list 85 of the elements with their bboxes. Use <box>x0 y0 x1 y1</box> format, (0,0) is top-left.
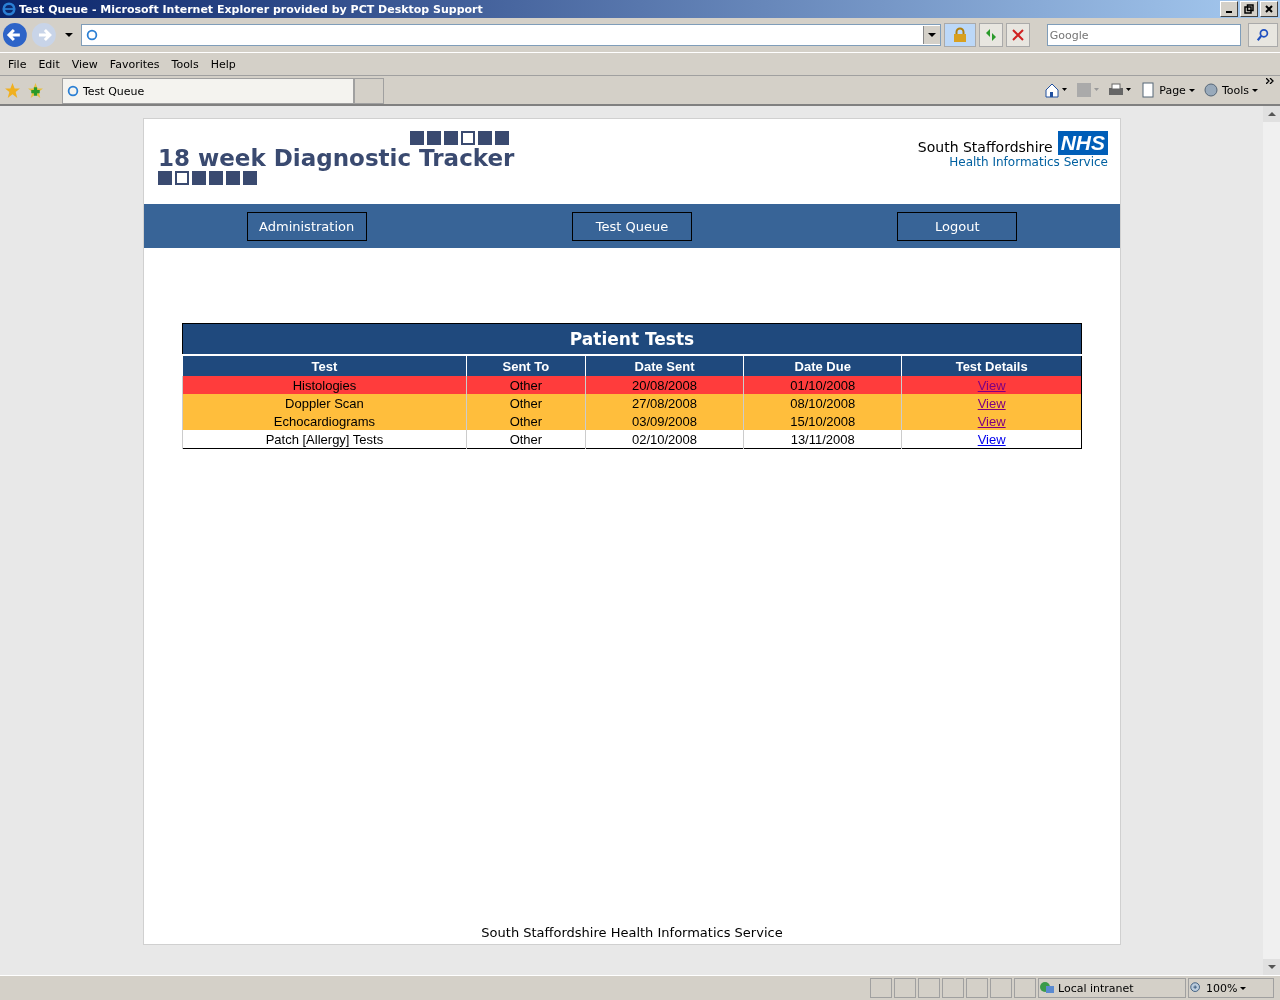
address-dropdown-button[interactable] <box>923 26 941 44</box>
table-cell: Doppler Scan <box>182 394 467 412</box>
add-star-icon[interactable] <box>27 81 44 99</box>
org-name: South Staffordshire <box>917 139 1053 155</box>
browser-tab[interactable]: Test Queue <box>62 78 354 104</box>
address-field[interactable] <box>80 24 942 46</box>
table-cell: Other <box>466 376 586 394</box>
restore-icon <box>1244 4 1254 14</box>
search-field[interactable]: Google <box>1046 24 1242 46</box>
column-header: Test Details <box>901 355 1082 376</box>
table-cell: 08/10/2008 <box>743 394 902 412</box>
nhs-logo: NHS <box>1057 131 1108 155</box>
status-pane <box>870 978 892 998</box>
scroll-up-button[interactable] <box>1263 106 1280 122</box>
close-button[interactable] <box>1260 1 1278 17</box>
menu-item[interactable]: View <box>65 57 104 71</box>
nav-button[interactable]: Administration <box>246 211 367 241</box>
star-icon[interactable] <box>4 81 21 99</box>
menu-item[interactable]: Help <box>204 57 242 71</box>
up-arrow-icon <box>1267 112 1276 116</box>
dropdown-icon[interactable] <box>64 33 73 37</box>
view-link[interactable]: View <box>977 413 1006 429</box>
close-icon <box>1264 4 1274 14</box>
table-cell: Histologies <box>182 376 467 394</box>
minimize-button[interactable] <box>1220 1 1238 17</box>
view-link[interactable]: View <box>977 395 1006 411</box>
chevron-icon[interactable] <box>1266 78 1274 84</box>
table-cell: 03/09/2008 <box>585 412 744 430</box>
minimize-icon <box>1226 11 1232 13</box>
caret-icon <box>1252 88 1258 92</box>
refresh-button[interactable] <box>979 23 1003 47</box>
scrollbar[interactable] <box>1263 106 1280 975</box>
command-button[interactable]: Page <box>1140 82 1195 98</box>
caret-icon <box>1240 986 1247 990</box>
browser-logo-icon <box>2 2 16 16</box>
nav-button[interactable]: Logout <box>897 211 1018 241</box>
view-link[interactable]: View <box>977 431 1006 447</box>
menu-item[interactable]: Tools <box>165 57 205 71</box>
table-cell: 01/10/2008 <box>743 376 902 394</box>
table-cell: 13/11/2008 <box>743 430 902 449</box>
table-cell: Patch [Allergy] Tests <box>182 430 467 449</box>
table-cell: 20/08/2008 <box>585 376 744 394</box>
back-button[interactable] <box>2 22 28 48</box>
search-button[interactable] <box>1248 23 1278 47</box>
printer-icon[interactable] <box>1108 82 1133 98</box>
table-cell: Other <box>466 412 586 430</box>
down-arrow-icon <box>1267 965 1276 969</box>
table-cell: 02/10/2008 <box>585 430 744 449</box>
table-cell: Other <box>466 394 586 412</box>
status-pane <box>942 978 964 998</box>
stop-button[interactable] <box>1005 23 1030 47</box>
home-icon[interactable] <box>1044 82 1069 98</box>
stop-icon <box>1009 27 1026 43</box>
table-cell: Other <box>466 430 586 449</box>
security-zone: Local intranet <box>1038 978 1186 998</box>
menu-item[interactable]: Favorites <box>103 57 166 71</box>
restore-button[interactable] <box>1240 1 1258 17</box>
org-subtitle: Health Informatics Service <box>949 155 1108 169</box>
caret-icon <box>1188 88 1195 92</box>
table-title: Patient Tests <box>182 323 1082 355</box>
window-title: Test Queue - Microsoft Internet Explorer provided by PCT Desktop Support <box>19 2 483 16</box>
menu-item[interactable]: File <box>2 57 33 71</box>
zoom-control[interactable]: 100% <box>1188 978 1274 998</box>
table-cell: 15/10/2008 <box>743 412 902 430</box>
status-pane <box>966 978 988 998</box>
padlock-icon <box>952 27 969 43</box>
table-cell: Echocardiograms <box>182 412 467 430</box>
status-pane <box>990 978 1012 998</box>
menu-item[interactable]: Edit <box>32 57 66 71</box>
search-icon <box>1256 28 1271 42</box>
scroll-down-button[interactable] <box>1263 959 1280 975</box>
column-header: Test <box>182 355 467 376</box>
table-cell: 27/08/2008 <box>585 394 744 412</box>
column-header: Date Sent <box>585 355 744 376</box>
nav-button[interactable]: Test Queue <box>572 211 692 241</box>
status-pane <box>1014 978 1036 998</box>
footer-text: South Staffordshire Health Informatics Service <box>480 925 784 942</box>
command-button[interactable]: Tools <box>1202 82 1258 98</box>
column-header: Date Due <box>743 355 902 376</box>
zoom-icon <box>1189 981 1203 995</box>
app-title: 18 week Diagnostic Tracker <box>158 145 515 171</box>
column-header: Sent To <box>466 355 586 376</box>
status-pane <box>894 978 916 998</box>
status-pane <box>918 978 940 998</box>
caret-icon <box>928 33 937 37</box>
